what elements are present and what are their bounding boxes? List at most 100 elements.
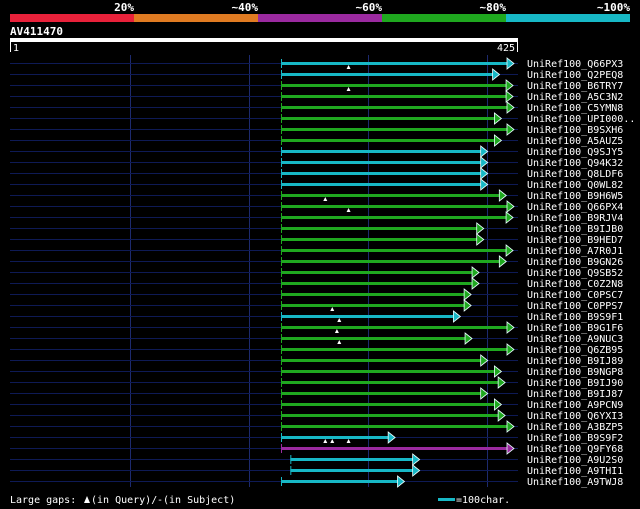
hit-name[interactable]: UniRef100_UPI000.. xyxy=(527,114,635,125)
hit-row[interactable]: UniRef100_Q8LDF6 xyxy=(10,167,623,180)
hit-name[interactable]: UniRef100_B9RJV4 xyxy=(527,213,623,224)
hit-name[interactable]: UniRef100_Q94K32 xyxy=(527,158,623,169)
hit-alignment-bar[interactable] xyxy=(281,271,474,274)
hit-alignment-bar[interactable] xyxy=(281,194,501,197)
hit-alignment-bar[interactable] xyxy=(281,392,482,395)
hit-row[interactable]: UniRef100_C0PPS7 xyxy=(10,299,623,312)
hit-alignment-bar[interactable] xyxy=(290,469,414,472)
hit-name[interactable]: UniRef100_A9U2S0 xyxy=(527,455,623,466)
hit-alignment-bar[interactable] xyxy=(281,315,455,318)
hit-name[interactable]: UniRef100_B9S9F1 xyxy=(527,312,623,323)
hit-name[interactable]: UniRef100_C0PPS7 xyxy=(527,301,623,312)
hit-row[interactable]: UniRef100_Q0WL82 xyxy=(10,178,623,191)
hit-name[interactable]: UniRef100_Q9SB52 xyxy=(527,268,623,279)
hit-alignment-bar[interactable] xyxy=(281,293,466,296)
hit-row[interactable]: UniRef100_C5YMN8 xyxy=(10,101,623,114)
hit-row[interactable]: UniRef100_B9IJ87 xyxy=(10,387,623,400)
hit-alignment-bar[interactable] xyxy=(281,150,482,153)
hit-row[interactable]: UniRef100_A3BZP5 xyxy=(10,420,623,433)
hit-alignment-bar[interactable] xyxy=(281,84,508,87)
hit-row[interactable]: UniRef100_Q6YXI3 xyxy=(10,409,623,422)
hit-name[interactable]: UniRef100_B9IJB0 xyxy=(527,224,623,235)
hit-row[interactable]: UniRef100_Q66PX3 xyxy=(10,57,623,70)
hit-alignment-bar[interactable] xyxy=(281,249,508,252)
hit-alignment-bar[interactable] xyxy=(281,348,508,351)
hit-name[interactable]: UniRef100_C0Z2N8 xyxy=(527,279,623,290)
hit-row[interactable]: UniRef100_B9H6W5 xyxy=(10,189,623,202)
hit-alignment-bar[interactable] xyxy=(281,161,482,164)
hit-name[interactable]: UniRef100_Q0WL82 xyxy=(527,180,623,191)
hit-row[interactable]: UniRef100_B9IJB0 xyxy=(10,222,623,235)
hit-name[interactable]: UniRef100_B9H6W5 xyxy=(527,191,623,202)
hit-name[interactable]: UniRef100_B9NGP8 xyxy=(527,367,623,378)
hit-alignment-bar[interactable] xyxy=(281,447,508,450)
hit-alignment-bar[interactable] xyxy=(281,128,508,131)
hit-name[interactable]: UniRef100_B9GN26 xyxy=(527,257,623,268)
hit-row[interactable]: UniRef100_B9IJ89 xyxy=(10,354,623,367)
hit-name[interactable]: UniRef100_Q9SJY5 xyxy=(527,147,623,158)
hit-row[interactable]: UniRef100_C0Z2N8 xyxy=(10,277,623,290)
hit-name[interactable]: UniRef100_A3BZP5 xyxy=(527,422,623,433)
hit-name[interactable]: UniRef100_Q2PEQ8 xyxy=(527,70,623,81)
hit-alignment-bar[interactable] xyxy=(281,326,508,329)
hit-row[interactable]: UniRef100_B9GN26 xyxy=(10,255,623,268)
hit-alignment-bar[interactable] xyxy=(281,436,390,439)
hit-name[interactable]: UniRef100_Q9FY68 xyxy=(527,444,623,455)
hit-name[interactable]: UniRef100_Q66PX3 xyxy=(527,59,623,70)
hit-name[interactable]: UniRef100_B9IJ90 xyxy=(527,378,623,389)
hit-name[interactable]: UniRef100_B9HED7 xyxy=(527,235,623,246)
hit-row[interactable]: UniRef100_A9THI1 xyxy=(10,464,623,477)
hit-row[interactable]: UniRef100_C0PSC7 xyxy=(10,288,623,301)
hit-alignment-bar[interactable] xyxy=(281,282,474,285)
hit-name[interactable]: UniRef100_C0PSC7 xyxy=(527,290,623,301)
hit-alignment-bar[interactable] xyxy=(281,139,496,142)
hit-alignment-bar[interactable] xyxy=(281,172,482,175)
hit-alignment-bar[interactable] xyxy=(281,370,496,373)
hit-alignment-bar[interactable] xyxy=(281,403,496,406)
hit-row[interactable]: UniRef100_Q94K32 xyxy=(10,156,623,169)
hit-alignment-bar[interactable] xyxy=(281,304,466,307)
hit-row[interactable]: UniRef100_UPI000.. xyxy=(10,112,635,125)
hit-alignment-bar[interactable] xyxy=(281,480,399,483)
hit-alignment-bar[interactable] xyxy=(281,216,508,219)
hit-alignment-bar[interactable] xyxy=(290,458,414,461)
hit-row[interactable]: UniRef100_A9U2S0 xyxy=(10,453,623,466)
hit-alignment-bar[interactable] xyxy=(281,381,500,384)
hit-name[interactable]: UniRef100_B9S9F2 xyxy=(527,433,623,444)
hit-name[interactable]: UniRef100_A9TWJ8 xyxy=(527,477,623,488)
hit-name[interactable]: UniRef100_A9THI1 xyxy=(527,466,623,477)
hit-name[interactable]: UniRef100_Q6ZB95 xyxy=(527,345,623,356)
hit-row[interactable]: UniRef100_Q9SJY5 xyxy=(10,145,623,158)
hit-alignment-bar[interactable] xyxy=(281,62,508,65)
hit-alignment-bar[interactable] xyxy=(281,238,478,241)
hit-alignment-bar[interactable] xyxy=(281,73,494,76)
hit-name[interactable]: UniRef100_B9IJ89 xyxy=(527,356,623,367)
hit-alignment-bar[interactable] xyxy=(281,260,501,263)
hit-alignment-bar[interactable] xyxy=(281,183,482,186)
hit-name[interactable]: UniRef100_B9SXH6 xyxy=(527,125,623,136)
hit-row[interactable]: UniRef100_Q9SB52 xyxy=(10,266,623,279)
hit-row[interactable]: UniRef100_B6TRY7 xyxy=(10,79,623,92)
hit-alignment-bar[interactable] xyxy=(281,205,508,208)
hit-row[interactable]: UniRef100_B9NGP8 xyxy=(10,365,623,378)
hit-name[interactable]: UniRef100_Q6YXI3 xyxy=(527,411,623,422)
hit-name[interactable]: UniRef100_Q66PX4 xyxy=(527,202,623,213)
hit-alignment-bar[interactable] xyxy=(281,106,508,109)
hit-row[interactable]: UniRef100_A7R0J1 xyxy=(10,244,623,257)
hit-alignment-bar[interactable] xyxy=(281,414,500,417)
hit-name[interactable]: UniRef100_A5C3N2 xyxy=(527,92,623,103)
hit-alignment-bar[interactable] xyxy=(281,227,478,230)
hit-alignment-bar[interactable] xyxy=(281,95,508,98)
hit-name[interactable]: UniRef100_C5YMN8 xyxy=(527,103,623,114)
hit-name[interactable]: UniRef100_B9IJ87 xyxy=(527,389,623,400)
hit-alignment-bar[interactable] xyxy=(281,337,467,340)
hit-alignment-bar[interactable] xyxy=(281,359,482,362)
hit-name[interactable]: UniRef100_B6TRY7 xyxy=(527,81,623,92)
hit-name[interactable]: UniRef100_A9PCN9 xyxy=(527,400,623,411)
hit-name[interactable]: UniRef100_A5AUZ5 xyxy=(527,136,623,147)
hit-row[interactable]: UniRef100_A9TWJ8 xyxy=(10,475,623,488)
hit-row[interactable]: UniRef100_B9SXH6 xyxy=(10,123,623,136)
hit-row[interactable]: UniRef100_B9IJ90 xyxy=(10,376,623,389)
hit-row[interactable]: UniRef100_A5AUZ5 xyxy=(10,134,623,147)
hit-name[interactable]: UniRef100_Q8LDF6 xyxy=(527,169,623,180)
